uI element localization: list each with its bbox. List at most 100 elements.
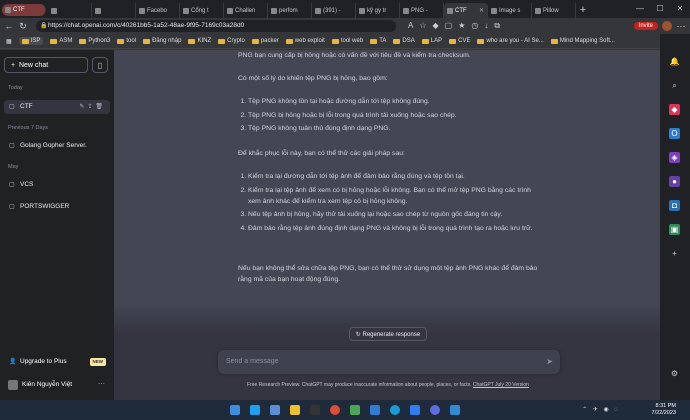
downloads-icon[interactable]: ↓ — [484, 21, 488, 31]
twitter-icon[interactable] — [250, 405, 260, 415]
bookmark-label: TA — [379, 38, 387, 44]
browser-tab[interactable]: kỹ gy tr — [356, 3, 400, 18]
office-icon[interactable]: ◈ — [669, 152, 680, 163]
editor-icon[interactable] — [450, 405, 460, 415]
favorites-icon[interactable]: ★ — [458, 21, 465, 31]
close-window-icon[interactable]: ✕ — [670, 0, 690, 18]
more-icon[interactable]: ⋯ — [676, 21, 686, 32]
bookmark-item[interactable]: Python3 — [79, 38, 110, 44]
start-icon[interactable] — [230, 405, 240, 415]
user-avatar — [8, 380, 18, 390]
bookmark-item[interactable]: tool web — [331, 38, 363, 44]
tools-icon[interactable]: ◘ — [669, 200, 680, 211]
games-icon[interactable]: ● — [669, 176, 680, 187]
browser-tab[interactable]: Facebo — [136, 3, 180, 18]
split-screen-icon[interactable]: ▢ — [445, 21, 453, 31]
refresh-icon[interactable]: ↻ — [18, 21, 28, 32]
bookmark-label: packer — [260, 38, 279, 44]
reasons-list: Tệp PNG không tồn tại hoặc đường dẫn tới… — [238, 96, 544, 137]
file-manager-icon[interactable] — [270, 405, 280, 415]
search-icon[interactable]: ⌕ — [669, 80, 680, 91]
delete-icon[interactable]: 🗑 — [95, 104, 106, 110]
regenerate-response-button[interactable]: ↻ Regenerate response — [349, 327, 427, 341]
more-options-icon[interactable]: ⋯ — [98, 377, 105, 393]
bookmark-item[interactable]: tool — [117, 38, 136, 44]
reasons-intro: Có một số lý do khiến tệp PNG bị hỏng, b… — [238, 75, 388, 82]
invite-button[interactable]: Invite — [633, 22, 658, 30]
browser-tab[interactable]: CTF ✕ — [444, 3, 488, 18]
bookmark-item[interactable]: ISP — [18, 37, 44, 45]
outlook-icon[interactable]: O — [669, 128, 680, 139]
new-chat-label: New chat — [18, 62, 49, 69]
bookmarks-bar: ▦ ISP ASM Python3 tool Đăng nhập KINZ Crypto pac… — [0, 34, 690, 49]
back-icon[interactable]: ← — [4, 21, 14, 31]
bookmark-item[interactable]: DSA — [393, 38, 415, 44]
bookmark-item[interactable]: Đăng nhập — [143, 38, 181, 44]
system-tray[interactable]: ⌃ ✈ ◉ ◌ — [582, 406, 620, 413]
bookmark-item[interactable]: who are you - AI Se... — [477, 38, 544, 44]
bookmark-item[interactable]: web exploit — [285, 38, 325, 44]
network-app-icon[interactable] — [410, 405, 420, 415]
user-menu[interactable]: Kiên Nguyễn Việt ⋯ — [4, 377, 110, 393]
upgrade-to-plus-button[interactable]: 👤 Upgrade to Plus NEW — [4, 355, 110, 369]
reader-icon[interactable]: A — [408, 21, 413, 31]
shopping-icon[interactable]: ◆ — [669, 104, 680, 115]
browser-tab[interactable]: Cổng t — [180, 3, 224, 18]
tab-favicon-icon — [359, 7, 365, 14]
browser-tab[interactable] — [48, 3, 92, 18]
edge-icon[interactable] — [390, 405, 400, 415]
browser-tab[interactable]: Pillow — [532, 3, 576, 18]
bookmark-item[interactable]: LAP — [421, 38, 442, 44]
extension-icon[interactable]: ◆ — [433, 21, 439, 31]
browser-tab[interactable]: Image s — [488, 3, 532, 18]
drop-icon[interactable]: ▣ — [669, 224, 680, 235]
profile-avatar[interactable] — [662, 21, 672, 31]
app-icon[interactable] — [350, 405, 360, 415]
browser-tab[interactable]: CTF — [2, 4, 46, 16]
message-input[interactable]: Send a message ➤ — [218, 350, 560, 374]
minimize-icon[interactable]: — — [630, 0, 650, 18]
bookmark-item[interactable]: packer — [251, 38, 279, 44]
browser-app-icon[interactable] — [430, 405, 440, 415]
favorite-star-icon[interactable]: ☆ — [419, 21, 426, 31]
close-tab-icon[interactable]: ✕ — [479, 7, 484, 14]
sidebar-item-portswigger[interactable]: ▢ PORTSWIGGER — [4, 200, 110, 214]
version-link[interactable]: ChatGPT July 20 Version — [473, 382, 529, 388]
browser-tab[interactable]: PNG - — [400, 3, 444, 18]
chrome-icon[interactable] — [330, 405, 340, 415]
add-icon[interactable]: + — [669, 248, 680, 259]
new-chat-button[interactable]: + New chat — [4, 57, 88, 73]
history-icon[interactable]: ◷ — [471, 21, 478, 31]
collections-icon[interactable]: ⧉ — [494, 21, 500, 31]
bell-icon[interactable]: 🔔 — [669, 56, 680, 67]
apps-grid-icon[interactable]: ▦ — [6, 38, 12, 45]
bookmark-label: ASM — [59, 38, 73, 44]
clock[interactable]: 8:31 PM 7/22/2023 — [652, 403, 676, 417]
address-bar-row: ← ↻ 🔒 https://chat.openai.com/c/40261bb5… — [0, 18, 690, 34]
bookmark-item[interactable]: ASM — [50, 38, 72, 44]
terminal-icon[interactable] — [310, 405, 320, 415]
sidebar-item-golang[interactable]: ▢ Golang Gopher Server. — [4, 139, 110, 153]
browser-tab[interactable]: (391) - — [312, 3, 356, 18]
folder-icon — [251, 38, 259, 44]
browser-tab[interactable] — [92, 3, 136, 18]
bookmark-item[interactable]: KINZ — [188, 38, 211, 44]
browser-tab[interactable]: perfom — [268, 3, 312, 18]
sidebar-item-vcs[interactable]: ▢ VCS — [4, 178, 110, 192]
vscode-icon[interactable] — [370, 405, 380, 415]
bookmark-item[interactable]: CVE — [449, 38, 470, 44]
sidebar-item-label: PORTSWIGGER — [20, 203, 70, 210]
browser-tab[interactable]: Challen — [224, 3, 268, 18]
bookmark-item[interactable]: Crypto — [218, 38, 245, 44]
url-field[interactable]: 🔒 https://chat.openai.com/c/40261bb5-1a5… — [36, 20, 396, 32]
sidebar-toggle-icon[interactable]: ▯ — [92, 57, 108, 73]
folder-icon[interactable] — [290, 405, 300, 415]
send-icon[interactable]: ➤ — [546, 350, 553, 374]
new-tab-button[interactable]: + — [576, 3, 590, 18]
settings-gear-icon[interactable]: ⚙ — [669, 368, 680, 379]
sidebar-item-ctf[interactable]: ▢ CTF ✎⇪🗑 — [4, 100, 110, 114]
folder-icon — [143, 38, 151, 44]
bookmark-item[interactable]: Mind Mapping Soft... — [550, 38, 615, 44]
bookmark-item[interactable]: TA — [370, 38, 386, 44]
maximize-icon[interactable]: ☐ — [650, 0, 670, 18]
